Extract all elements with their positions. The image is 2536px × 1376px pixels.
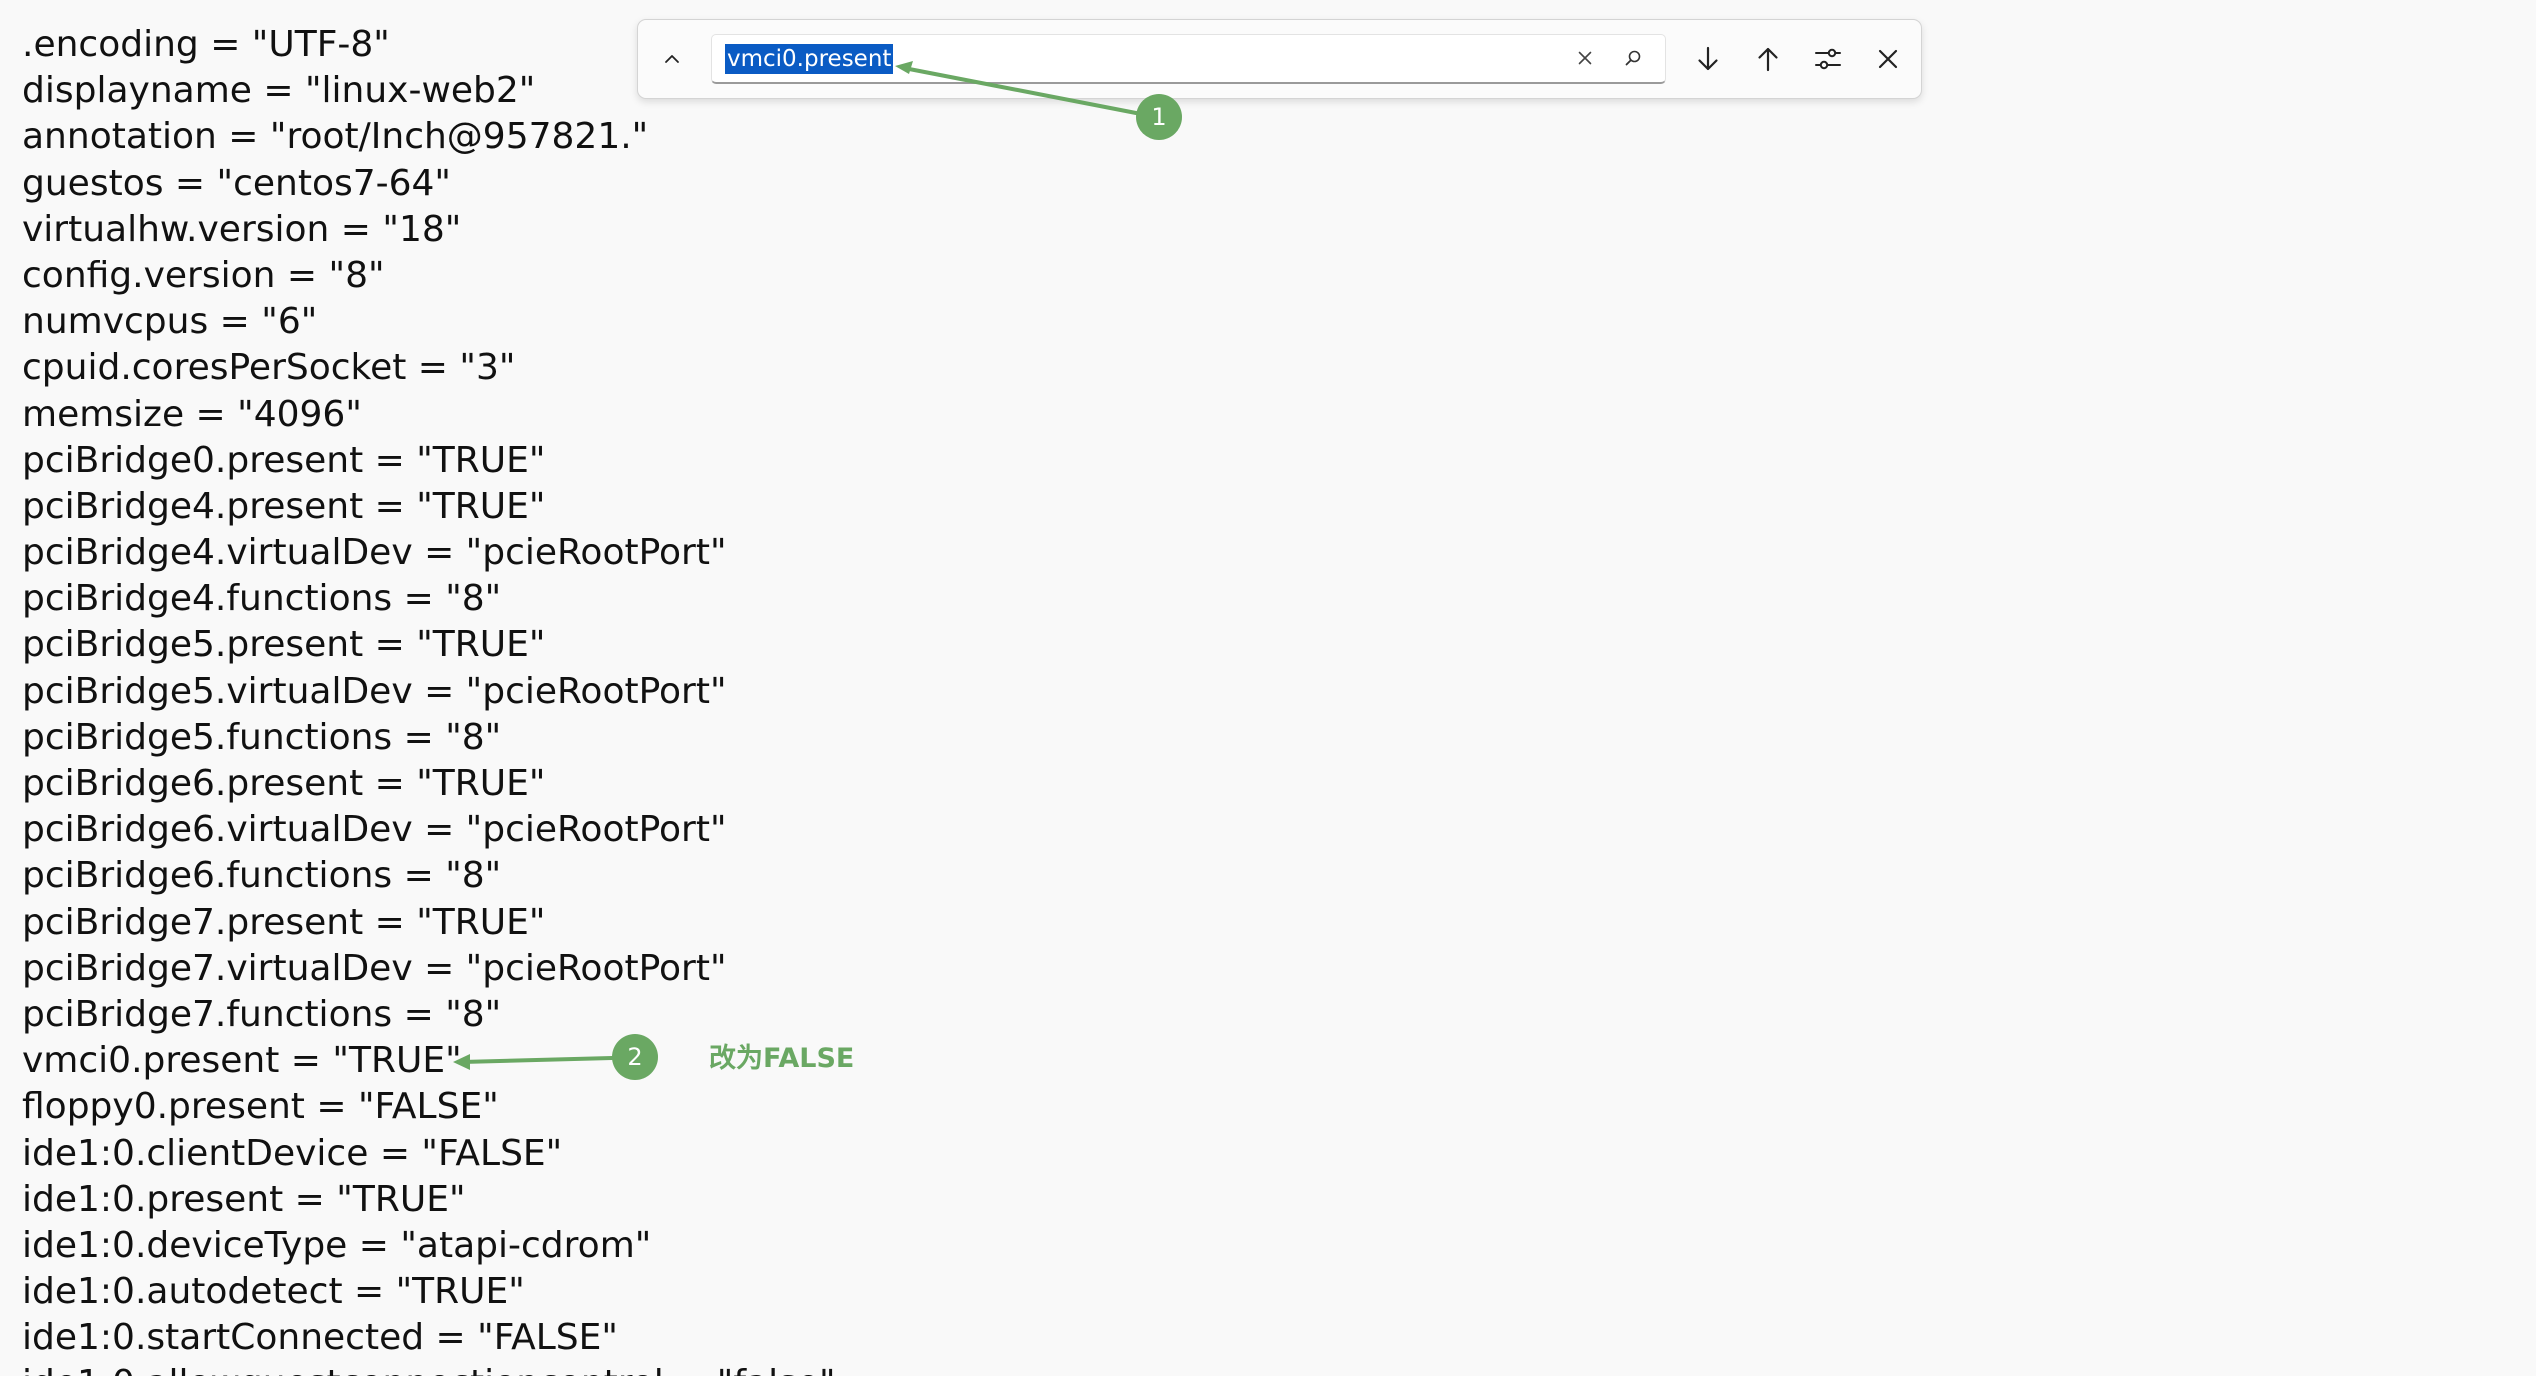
code-line: config.version = "8" <box>22 254 385 296</box>
search-icon <box>1623 48 1643 68</box>
code-line: pciBridge5.present = "TRUE" <box>22 624 546 666</box>
code-line: ide1:0.present = "TRUE" <box>22 1178 466 1220</box>
search-input[interactable]: vmci0.present <box>711 34 1666 84</box>
code-line: pciBridge7.present = "TRUE" <box>22 901 546 943</box>
code-line: annotation = "root/Inch@957821." <box>22 116 649 158</box>
code-line: memsize = "4096" <box>22 393 362 435</box>
annotation-note: 改为FALSE <box>709 1043 855 1074</box>
code-line: ide1:0.autodetect = "TRUE" <box>22 1271 525 1313</box>
code-line: pciBridge4.present = "TRUE" <box>22 485 546 527</box>
arrow-down-icon <box>1693 44 1723 74</box>
code-line: ide1:0.allowguestconnectioncontrol = "fa… <box>22 1361 2536 1376</box>
notepad-window: .encoding = "UTF-8" displayname = "linux-… <box>0 0 2536 1376</box>
search-button[interactable] <box>1610 35 1656 81</box>
annotation-badge-1: 1 <box>1136 94 1182 140</box>
clear-search-button[interactable] <box>1562 35 1608 81</box>
code-line: pciBridge4.virtualDev = "pcieRootPort" <box>22 532 727 574</box>
code-line: pciBridge5.functions = "8" <box>22 716 502 758</box>
search-options-button[interactable] <box>1804 35 1852 83</box>
toggle-replace-button[interactable] <box>648 35 696 83</box>
arrow-up-icon <box>1753 44 1783 74</box>
sliders-icon <box>1813 44 1843 74</box>
text-editor[interactable]: .encoding = "UTF-8" displayname = "linux-… <box>22 22 2536 1376</box>
close-icon <box>1576 49 1594 67</box>
code-line: pciBridge0.present = "TRUE" <box>22 439 546 481</box>
code-line: pciBridge6.present = "TRUE" <box>22 763 546 804</box>
search-input-value: vmci0.present <box>725 44 894 74</box>
code-line: ide1:0.deviceType = "atapi-cdrom" <box>22 1224 652 1266</box>
code-line: virtualhw.version = "18" <box>22 208 462 250</box>
close-icon <box>1875 46 1901 72</box>
annotation-badge-2: 2 <box>612 1034 658 1080</box>
code-line: ide1:0.clientDevice = "FALSE" <box>22 1132 563 1174</box>
find-bar: vmci0.present <box>637 19 1922 99</box>
code-line: vmci0.present = "TRUE" <box>22 1040 462 1082</box>
code-line: pciBridge6.virtualDev = "pcieRootPort" <box>22 809 727 851</box>
code-line: pciBridge7.functions = "8" <box>22 993 502 1035</box>
code-line: guestos = "centos7-64" <box>22 162 451 204</box>
chevron-up-icon <box>662 49 682 69</box>
code-line: cpuid.coresPerSocket = "3" <box>22 347 516 389</box>
code-line: numvcpus = "6" <box>22 301 318 343</box>
code-line: pciBridge7.virtualDev = "pcieRootPort" <box>22 947 727 989</box>
find-previous-button[interactable] <box>1744 35 1792 83</box>
code-line: pciBridge4.functions = "8" <box>22 578 502 620</box>
find-next-button[interactable] <box>1684 35 1732 83</box>
code-line: floppy0.present = "FALSE" <box>22 1086 499 1128</box>
close-find-button[interactable] <box>1864 35 1912 83</box>
code-line: pciBridge5.virtualDev = "pcieRootPort" <box>22 670 727 712</box>
code-line: pciBridge6.functions = "8" <box>22 855 502 897</box>
code-line: ide1:0.startConnected = "FALSE" <box>22 1317 618 1359</box>
